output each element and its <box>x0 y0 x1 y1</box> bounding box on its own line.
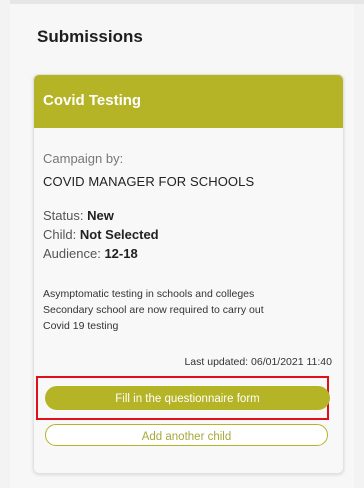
last-updated: Last updated: 06/01/2021 11:40 <box>184 356 332 368</box>
card-header: Covid Testing <box>34 75 343 128</box>
card-title: Covid Testing <box>43 92 142 109</box>
fill-questionnaire-button[interactable]: Fill in the questionnaire form <box>45 386 330 410</box>
status-label: Status: <box>43 208 84 223</box>
campaign-description: Asymptomatic testing in schools and coll… <box>43 286 335 334</box>
description-line: Asymptomatic testing in schools and coll… <box>43 288 255 300</box>
page-frame: Submissions Covid Testing Campaign by: C… <box>0 0 364 488</box>
campaign-name: COVID MANAGER FOR SCHOOLS <box>43 174 255 189</box>
description-line: Secondary school are now required to car… <box>43 304 264 316</box>
status-row: Status: New <box>43 208 114 223</box>
child-value: Not Selected <box>79 227 159 242</box>
add-another-child-button[interactable]: Add another child <box>45 424 328 446</box>
description-line: Covid 19 testing <box>43 320 119 332</box>
section-title: Submissions <box>37 27 143 46</box>
campaign-label: Campaign by: <box>43 151 124 166</box>
child-row: Child: Not Selected <box>43 227 159 242</box>
audience-label: Audience: <box>43 246 101 261</box>
child-label: Child: <box>43 227 77 242</box>
audience-value: 12-18 <box>104 246 138 261</box>
status-value: New <box>87 208 114 223</box>
audience-row: Audience: 12-18 <box>43 246 138 261</box>
